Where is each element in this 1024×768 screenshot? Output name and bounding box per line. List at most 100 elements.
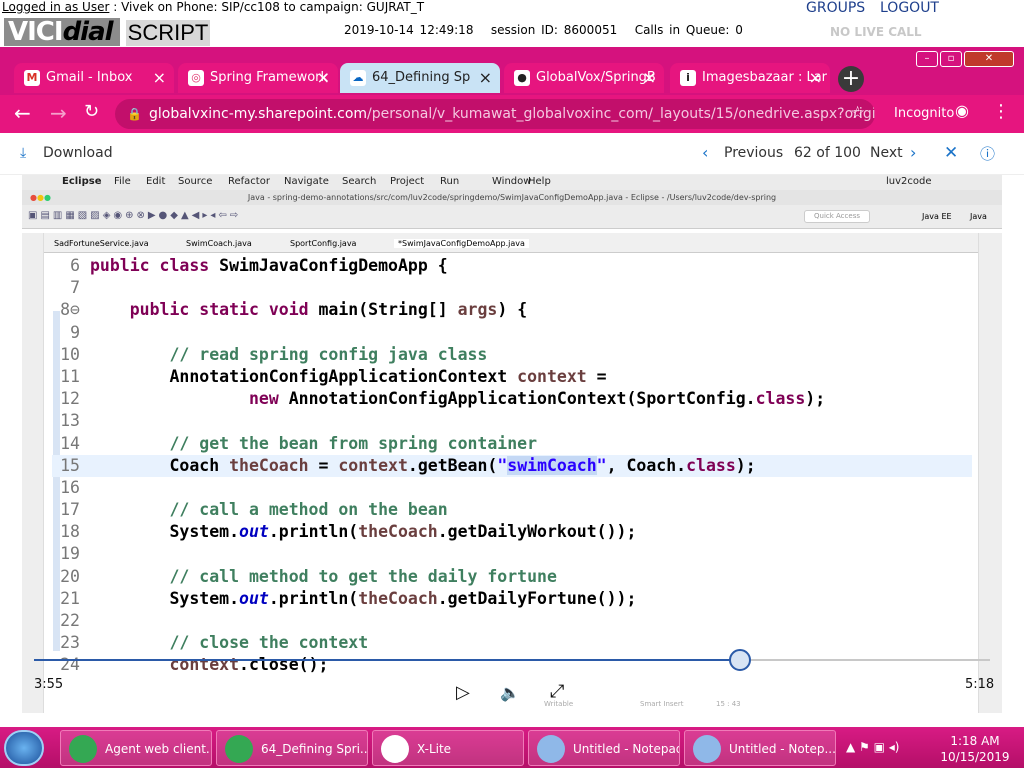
eclipse-menu-item[interactable]: Eclipse xyxy=(62,176,102,187)
code-line[interactable]: 14 // get the bean from spring container xyxy=(52,433,972,455)
code-line[interactable]: 8⊖ public static void main(String[] args… xyxy=(52,299,972,321)
download-button[interactable]: Download xyxy=(43,145,113,161)
code-line[interactable]: 16 xyxy=(52,477,972,499)
code-text[interactable]: // call a method on the bean xyxy=(90,499,447,521)
script-tab[interactable]: SCRIPT xyxy=(126,20,210,46)
start-button[interactable] xyxy=(4,730,44,766)
code-text[interactable]: System.out.println(theCoach.getDailyWork… xyxy=(90,521,636,543)
code-line[interactable]: 24 context.close(); xyxy=(52,654,972,676)
editor-tab[interactable]: SwimCoach.java xyxy=(186,239,252,248)
code-text[interactable]: // read spring config java class xyxy=(90,344,487,366)
code-text[interactable]: public static void main(String[] args) { xyxy=(90,299,527,321)
close-tab-icon[interactable]: × xyxy=(317,63,330,93)
eclipse-menu-item[interactable]: Search xyxy=(342,176,376,187)
browser-tab[interactable]: ☁ 64_Defining Sp × xyxy=(340,63,500,93)
eclipse-menu-item[interactable]: Refactor xyxy=(228,176,270,187)
minimize-icon[interactable]: – xyxy=(916,51,938,67)
forward-icon[interactable]: → xyxy=(50,101,67,125)
menu-user: luv2code xyxy=(886,176,932,187)
code-line[interactable]: 23 // close the context xyxy=(52,632,972,654)
system-tray-icons[interactable]: ▲ ⚑ ▣ ◂) xyxy=(846,740,899,754)
eclipse-menu-item[interactable]: Project xyxy=(390,176,424,187)
code-line[interactable]: 21 System.out.println(theCoach.getDailyF… xyxy=(52,588,972,610)
editor-tab[interactable]: SportConfig.java xyxy=(290,239,356,248)
close-viewer-icon[interactable]: ✕ xyxy=(944,143,958,163)
code-line[interactable]: 6 public class SwimJavaConfigDemoApp { xyxy=(52,255,972,277)
browser-tab[interactable]: M Gmail - Inbox × xyxy=(14,63,174,93)
close-tab-icon[interactable]: × xyxy=(153,63,166,93)
eclipse-menu-item[interactable]: Source xyxy=(178,176,212,187)
browser-tab[interactable]: i Imagesbazaar : Lar × xyxy=(670,63,830,93)
previous-chevron-icon[interactable]: ‹ xyxy=(702,143,708,162)
login-link[interactable]: Logged in as User xyxy=(2,0,109,14)
eclipse-menu-item[interactable]: Navigate xyxy=(284,176,329,187)
code-line[interactable]: 7 xyxy=(52,277,972,299)
eclipse-video-frame: Eclipse File Edit Source Refactor Navigate Sea… xyxy=(22,175,1002,720)
tab-label: GlobalVox/SpringB xyxy=(536,70,656,85)
eclipse-menu-item[interactable]: Window xyxy=(492,176,531,187)
code-line[interactable]: 10 // read spring config java class xyxy=(52,344,972,366)
fullscreen-icon[interactable]: ⤢ xyxy=(550,681,564,702)
browser-tab[interactable]: ◎ Spring Framework × xyxy=(178,63,338,93)
groups-link[interactable]: GROUPS xyxy=(806,0,865,16)
taskbar-item[interactable]: Agent web client... xyxy=(60,730,212,766)
code-text[interactable]: System.out.println(theCoach.getDailyFort… xyxy=(90,588,636,610)
editor-tab[interactable]: SadFortuneService.java xyxy=(54,239,149,248)
play-icon[interactable]: ▷ xyxy=(456,682,470,703)
code-text[interactable]: new AnnotationConfigApplicationContext(S… xyxy=(90,388,825,410)
info-icon[interactable]: ⓘ xyxy=(980,143,995,164)
taskbar-item[interactable]: Untitled - Notepad xyxy=(528,730,680,766)
code-line[interactable]: 11 AnnotationConfigApplicationContext co… xyxy=(52,366,972,388)
code-text[interactable]: context.close(); xyxy=(90,654,328,676)
code-line[interactable]: 19 xyxy=(52,543,972,565)
menu-kebab-icon[interactable]: ⋮ xyxy=(992,101,1010,122)
new-tab-button[interactable]: + xyxy=(838,66,864,92)
eclipse-menu-item[interactable]: Edit xyxy=(146,176,165,187)
code-line[interactable]: 9 xyxy=(52,322,972,344)
download-icon[interactable]: ⤓ xyxy=(20,145,26,161)
code-line[interactable]: 13 xyxy=(52,410,972,432)
next-chevron-icon[interactable]: › xyxy=(910,143,916,162)
taskbar-item[interactable]: 64_Defining Spri... xyxy=(216,730,368,766)
bookmark-star-icon[interactable]: ☆ xyxy=(850,103,865,123)
taskbar-item[interactable]: Untitled - Notep... xyxy=(684,730,836,766)
close-tab-icon[interactable]: × xyxy=(643,63,656,93)
quick-access-input[interactable]: Quick Access xyxy=(804,210,870,223)
perspective-java[interactable]: Java xyxy=(970,212,987,221)
previous-button[interactable]: Previous xyxy=(724,145,783,161)
close-tab-icon[interactable]: × xyxy=(479,63,492,93)
back-icon[interactable]: ← xyxy=(14,101,31,125)
maximize-icon[interactable]: ▫ xyxy=(940,51,962,67)
login-details: : Vivek on Phone: SIP/cc108 to campaign:… xyxy=(109,0,425,14)
reload-icon[interactable]: ↻ xyxy=(84,101,99,122)
close-window-icon[interactable]: ✕ xyxy=(964,51,1014,67)
eclipse-menu-item[interactable]: Help xyxy=(528,176,551,187)
code-line[interactable]: 12 new AnnotationConfigApplicationContex… xyxy=(52,388,972,410)
code-text[interactable]: // call method to get the daily fortune xyxy=(90,566,556,588)
url-field[interactable]: 🔒 globalvxinc-my.sharepoint.com/personal/… xyxy=(115,99,875,129)
eclipse-menu-item[interactable]: Run xyxy=(440,176,459,187)
code-line[interactable]: 18 System.out.println(theCoach.getDailyW… xyxy=(52,521,972,543)
code-line[interactable]: 20 // call method to get the daily fortu… xyxy=(52,566,972,588)
code-text[interactable]: // close the context xyxy=(90,632,368,654)
browser-tab[interactable]: ● GlobalVox/SpringB × xyxy=(504,63,664,93)
code-line[interactable]: 22 xyxy=(52,610,972,632)
code-editor[interactable]: 6 public class SwimJavaConfigDemoApp {7 8⊖… xyxy=(52,255,972,677)
eclipse-menu-item[interactable]: File xyxy=(114,176,131,187)
taskbar-item[interactable]: X-Lite xyxy=(372,730,524,766)
next-button[interactable]: Next xyxy=(870,145,903,161)
logout-link[interactable]: LOGOUT xyxy=(880,0,939,16)
code-line[interactable]: 15 Coach theCoach = context.getBean("swi… xyxy=(52,454,972,477)
code-text[interactable]: Coach theCoach = context.getBean("swimCo… xyxy=(90,455,756,477)
close-tab-icon[interactable]: × xyxy=(809,63,822,93)
video-progress-bar[interactable] xyxy=(34,649,990,671)
code-text[interactable]: public class SwimJavaConfigDemoApp { xyxy=(90,255,448,277)
incognito-icon: ◉ xyxy=(955,101,969,120)
taskbar-clock[interactable]: 1:18 AM 10/15/2019 xyxy=(940,733,1010,765)
volume-icon[interactable]: 🔈 xyxy=(500,683,520,702)
code-text[interactable]: AnnotationConfigApplicationContext conte… xyxy=(90,366,606,388)
editor-tab[interactable]: *SwimJavaConfigDemoApp.java xyxy=(394,239,529,248)
code-line[interactable]: 17 // call a method on the bean xyxy=(52,499,972,521)
perspective-javaee[interactable]: Java EE xyxy=(922,212,952,221)
code-text[interactable]: // get the bean from spring container xyxy=(90,433,537,455)
